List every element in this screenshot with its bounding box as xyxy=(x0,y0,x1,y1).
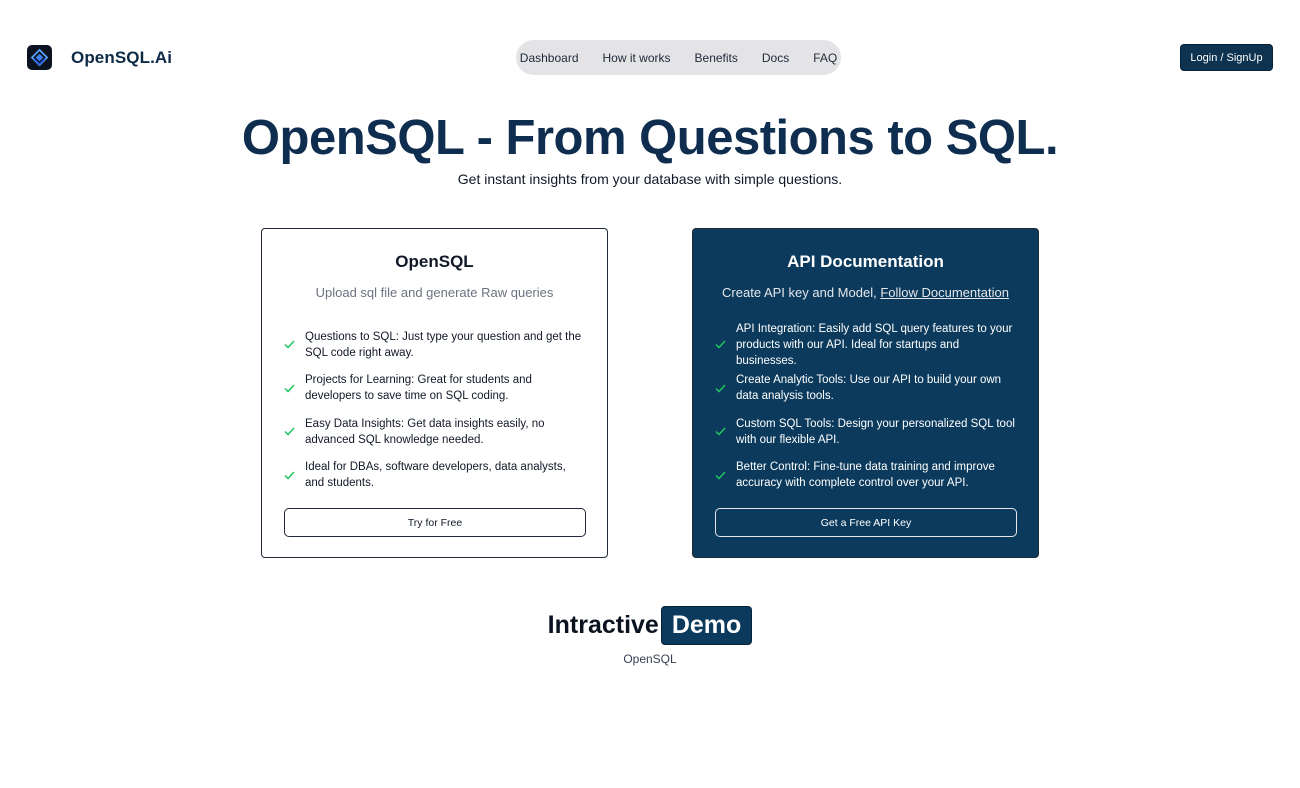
check-icon xyxy=(284,384,305,393)
get-free-api-key-button[interactable]: Get a Free API Key xyxy=(715,508,1017,537)
feature-item: Questions to SQL: Just type your questio… xyxy=(284,323,584,367)
feature-text: Custom SQL Tools: Design your personaliz… xyxy=(736,417,1015,446)
demo-heading: Intractive Demo xyxy=(0,606,1300,645)
check-icon xyxy=(715,471,736,480)
nav-item-docs[interactable]: Docs xyxy=(750,51,801,65)
hero-title: OpenSQL - From Questions to SQL. xyxy=(241,111,1059,165)
feature-item: Better Control: Fine-tune data training … xyxy=(715,454,1015,498)
nav-item-faq[interactable]: FAQ xyxy=(801,51,849,65)
card-description: Upload sql file and generate Raw queries xyxy=(315,285,554,300)
feature-text: Create Analytic Tools: Use our API to bu… xyxy=(736,374,1002,403)
diamond-logo-icon xyxy=(27,45,52,70)
check-icon xyxy=(284,340,305,349)
try-for-free-button[interactable]: Try for Free xyxy=(284,508,586,537)
check-icon xyxy=(715,340,736,349)
feature-item: Ideal for DBAs, software developers, dat… xyxy=(284,454,584,498)
feature-text: Projects for Learning: Great for student… xyxy=(305,374,532,403)
card-title: API Documentation xyxy=(787,252,944,271)
feature-text: Easy Data Insights: Get data insights ea… xyxy=(305,417,545,446)
feature-item: Easy Data Insights: Get data insights ea… xyxy=(284,410,584,454)
check-icon xyxy=(284,427,305,436)
login-signup-button[interactable]: Login / SignUp xyxy=(1180,44,1273,71)
opensql-card: OpenSQL Upload sql file and generate Raw… xyxy=(261,228,608,558)
feature-item: Projects for Learning: Great for student… xyxy=(284,367,584,411)
demo-heading-word: Intractive xyxy=(547,611,659,639)
demo-subtitle: OpenSQL xyxy=(623,652,677,666)
feature-list: API Integration: Easily add SQL query fe… xyxy=(715,323,1015,497)
feature-text: Ideal for DBAs, software developers, dat… xyxy=(305,461,566,490)
main-nav: Dashboard How it works Benefits Docs FAQ xyxy=(516,40,841,75)
card-description: Create API key and Model, Follow Documen… xyxy=(693,285,1038,300)
check-icon xyxy=(715,384,736,393)
card-title: OpenSQL xyxy=(395,252,474,271)
follow-documentation-link[interactable]: Follow Documentation xyxy=(880,285,1009,300)
feature-list: Questions to SQL: Just type your questio… xyxy=(284,323,584,497)
feature-item: Create Analytic Tools: Use our API to bu… xyxy=(715,367,1015,411)
brand-name: OpenSQL.Ai xyxy=(71,47,173,67)
nav-item-how-it-works[interactable]: How it works xyxy=(591,51,683,65)
feature-item: API Integration: Easily add SQL query fe… xyxy=(715,323,1015,367)
check-icon xyxy=(284,471,305,480)
nav-item-dashboard[interactable]: Dashboard xyxy=(508,51,591,65)
check-icon xyxy=(715,427,736,436)
feature-text: Questions to SQL: Just type your questio… xyxy=(305,330,582,359)
card-description-text: Create API key and Model, xyxy=(722,285,881,300)
nav-item-benefits[interactable]: Benefits xyxy=(683,51,750,65)
demo-heading-badge: Demo xyxy=(660,606,753,645)
site-header: OpenSQL.Ai Dashboard How it works Benefi… xyxy=(0,0,1300,114)
feature-text: API Integration: Easily add SQL query fe… xyxy=(736,322,1013,367)
hero-subtitle: Get instant insights from your database … xyxy=(457,171,843,187)
feature-item: Custom SQL Tools: Design your personaliz… xyxy=(715,410,1015,454)
feature-text: Better Control: Fine-tune data training … xyxy=(736,461,995,490)
api-documentation-card: API Documentation Create API key and Mod… xyxy=(692,228,1039,558)
brand[interactable]: OpenSQL.Ai xyxy=(27,45,172,70)
